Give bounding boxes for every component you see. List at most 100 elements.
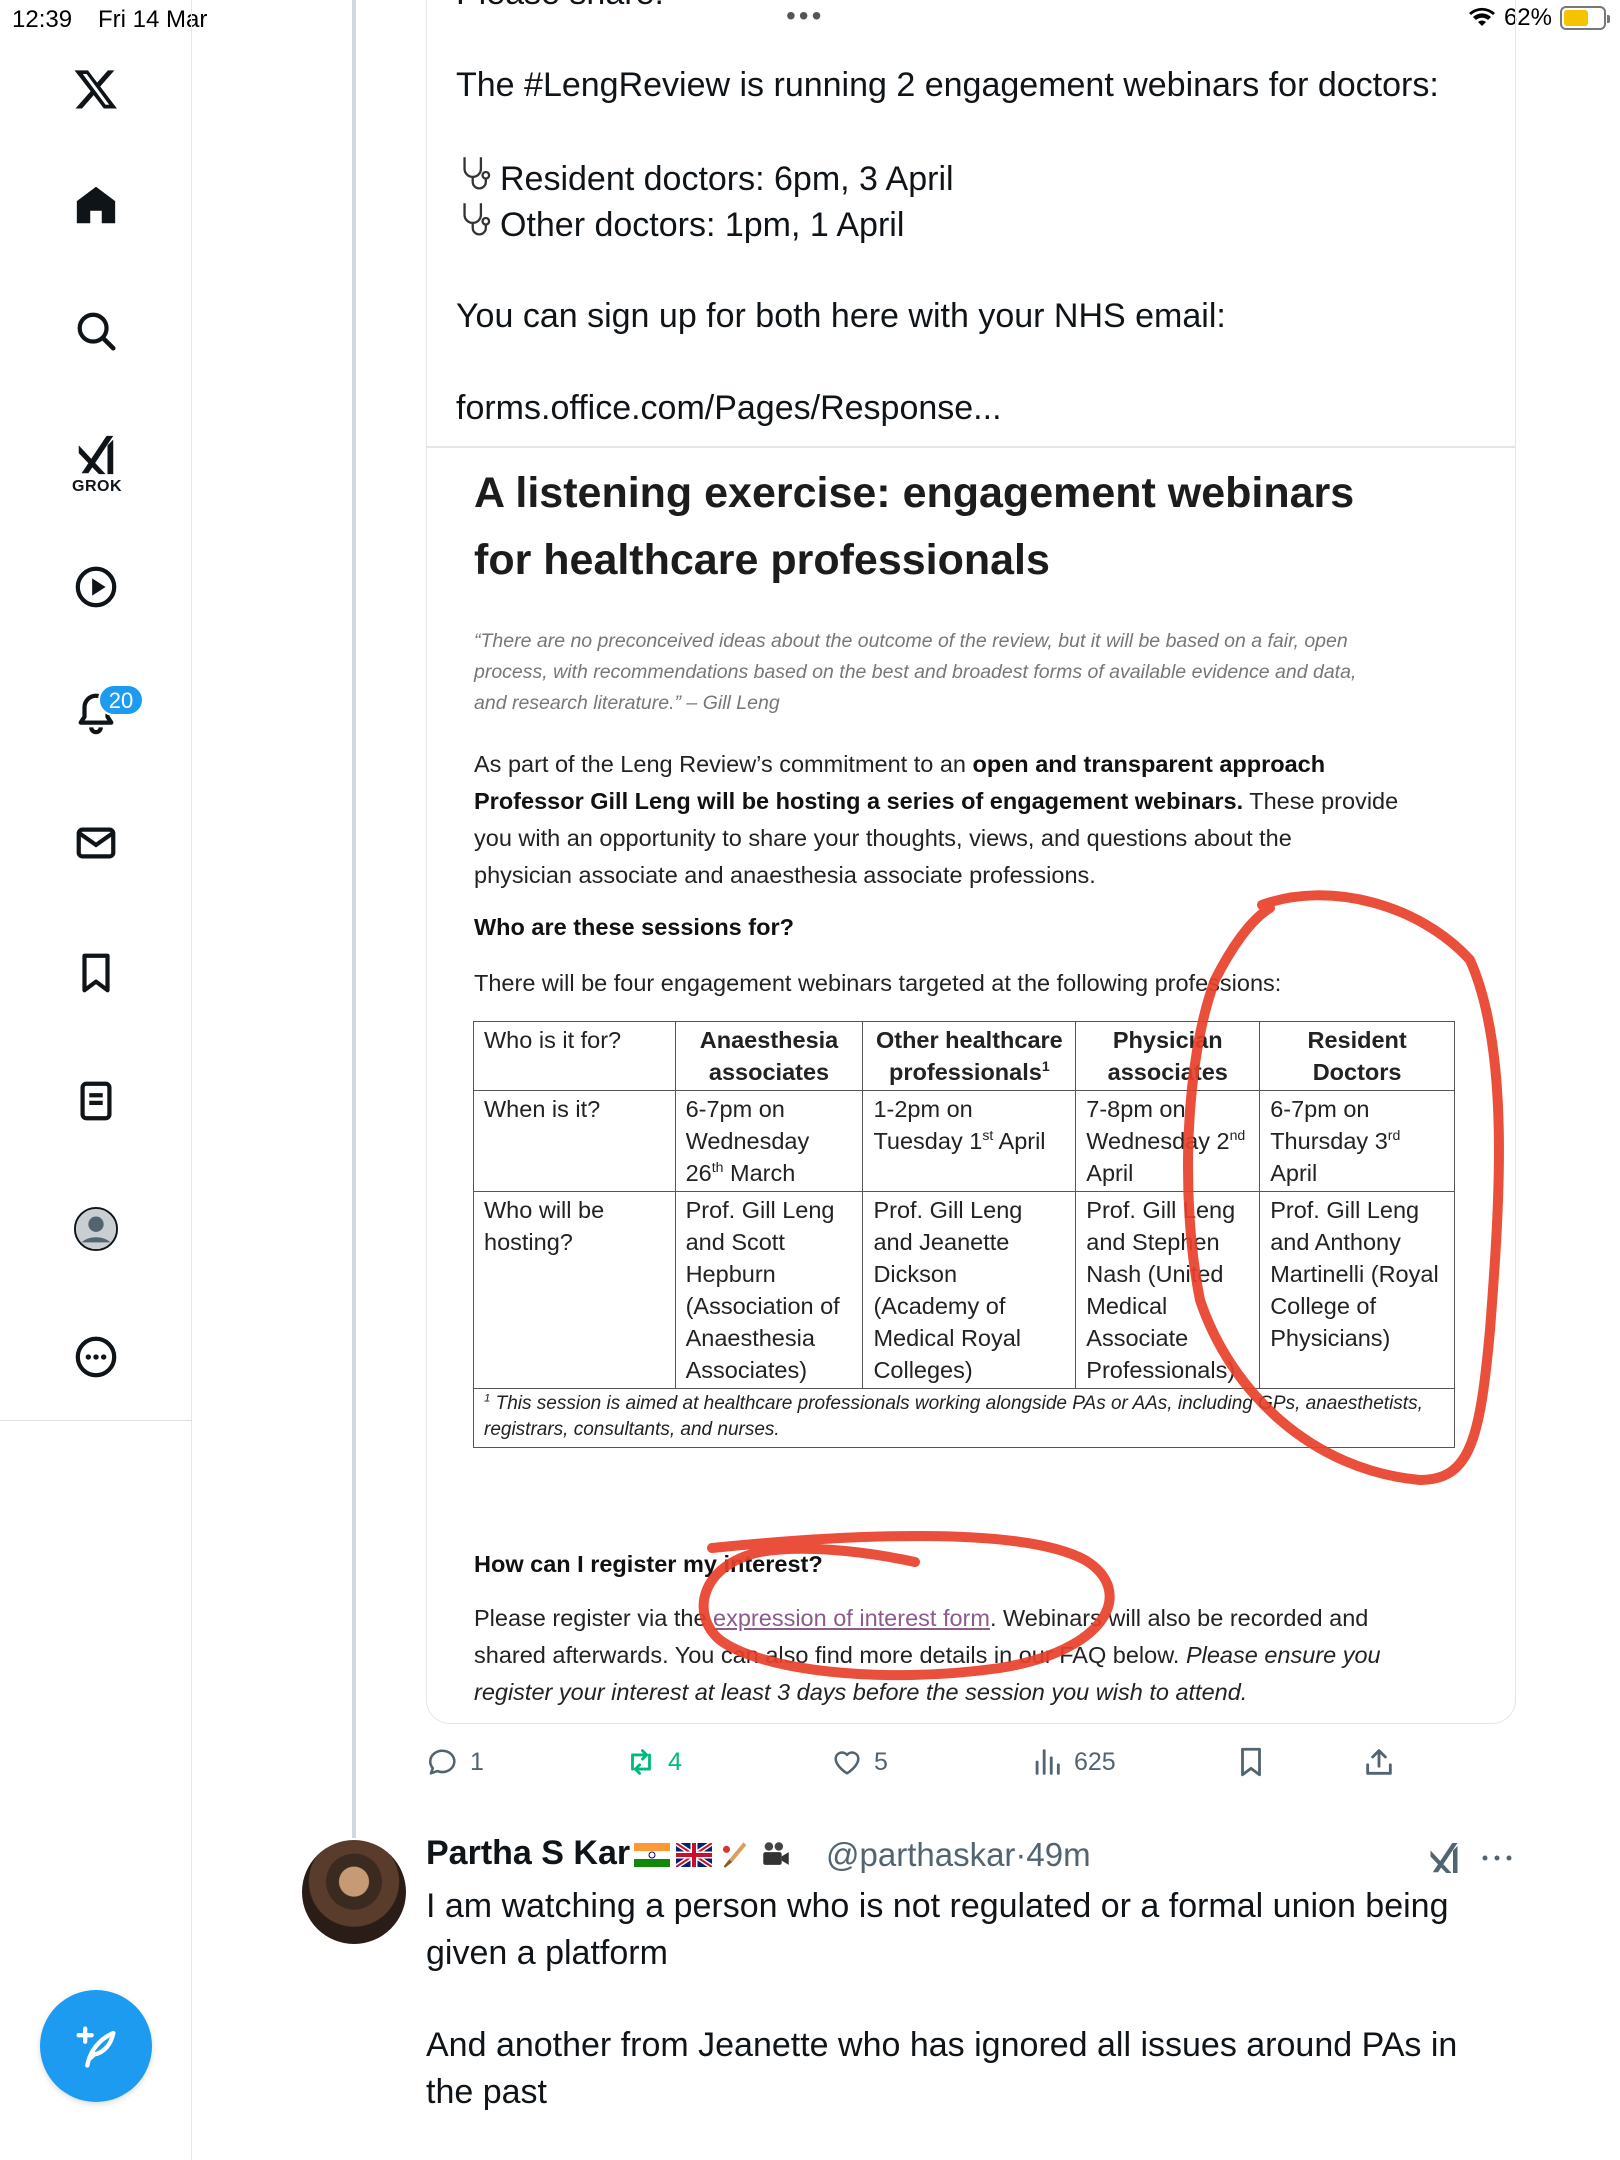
quote-line-1: “There are no preconceived ideas about t… <box>474 630 1348 652</box>
cell-text: 6-7pm on Thursday 3 <box>1270 1096 1388 1154</box>
register-text-a: Please register via the <box>474 1605 714 1631</box>
repost-button[interactable]: 4 <box>624 1742 682 1782</box>
bookmark-icon <box>1241 1747 1261 1777</box>
play-icon[interactable] <box>63 554 129 620</box>
share-button[interactable] <box>1362 1742 1396 1782</box>
compose-icon <box>76 2026 116 2068</box>
table-row: Who is it for? Anaesthesia associates Ot… <box>473 1021 1455 1091</box>
card-separator <box>427 446 1515 448</box>
table-cell: Anaesthesia associates <box>674 1021 864 1091</box>
reply-text-line-2: given a platform <box>426 1934 668 1972</box>
doc-title-line-2: for healthcare professionals <box>474 536 1050 584</box>
reply-icon <box>428 1749 456 1775</box>
reply-avatar[interactable] <box>302 1840 406 1944</box>
quote-line-3: and research literature.” – Gill Leng <box>474 692 780 714</box>
ordinal-sup: th <box>711 1159 724 1176</box>
list-icon[interactable] <box>63 1068 129 1134</box>
reply-text-line-3: And another from Jeanette who has ignore… <box>426 2026 1458 2064</box>
ordinal-sup: st <box>982 1127 994 1144</box>
table-footnote-row: 1 This session is aimed at healthcare pr… <box>473 1388 1455 1448</box>
compose-button[interactable] <box>40 1990 152 2102</box>
footnote-sup: 1 <box>1041 1058 1050 1075</box>
bookmark-icon[interactable] <box>63 940 129 1006</box>
doc-quote: “There are no preconceived ideas about t… <box>474 626 1454 719</box>
more-options-icon[interactable] <box>1480 1846 1514 1870</box>
movie-camera-icon <box>763 1842 789 1865</box>
register-text-b: . Webinars will also be recorded and <box>989 1605 1369 1631</box>
row-label: Who is it for? <box>473 1021 676 1091</box>
expression-of-interest-link[interactable]: expression of interest form <box>713 1605 990 1631</box>
doc-para-professions: There will be four engagement webinars t… <box>474 970 1282 996</box>
table-cell: 6-7pm on Wednesday 26th March <box>674 1090 864 1192</box>
schedule-table: Who is it for? Anaesthesia associates Ot… <box>473 1021 1455 1448</box>
thread-line <box>352 0 356 1838</box>
intro-bold-b: Professor Gill Leng will be hosting a se… <box>474 788 1244 814</box>
row-label: Who will be hosting? <box>473 1191 676 1389</box>
cell-text: Other healthcare professionals <box>875 1027 1063 1085</box>
table-cell: Resident Doctors <box>1259 1021 1455 1091</box>
bookmark-button[interactable] <box>1234 1742 1268 1782</box>
intro-text-e: you with an opportunity to share your th… <box>474 825 1292 851</box>
ordinal-sup: nd <box>1229 1127 1246 1144</box>
reply-button[interactable]: 1 <box>426 1742 484 1782</box>
table-cell: Prof. Gill Leng and Stephen Nash (United… <box>1075 1191 1261 1389</box>
cricket-icon <box>722 1842 747 1868</box>
cell-text: April <box>1086 1160 1134 1186</box>
notifications-badge: 20 <box>98 684 144 716</box>
views-icon <box>1035 1749 1060 1775</box>
views-count: 625 <box>1074 1747 1116 1776</box>
reply-author-name[interactable]: Partha S Kar <box>426 1834 630 1873</box>
heading-who: Who are these sessions for? <box>474 914 794 940</box>
intro-text-f: physician associate and anaesthesia asso… <box>474 862 1096 888</box>
reply-time[interactable]: 49m <box>1026 1836 1090 1873</box>
repost-icon <box>631 1749 651 1775</box>
more-icon[interactable] <box>63 1324 129 1390</box>
table-row: Who will be hosting? Prof. Gill Leng and… <box>473 1191 1455 1389</box>
search-icon[interactable] <box>63 298 129 364</box>
cell-text: March <box>723 1160 796 1186</box>
ordinal-sup: rd <box>1387 1127 1401 1144</box>
name-emoji-flags <box>634 1838 794 1872</box>
doc-title-line-1: A listening exercise: engagement webinar… <box>474 469 1355 517</box>
cell-text: April <box>1270 1160 1318 1186</box>
india-flag-icon <box>634 1843 670 1867</box>
app-screen: 12:39 Fri 14 Mar ••• 62% GROK 20 The #Le… <box>0 0 1620 2160</box>
reply-text-line-4: the past <box>426 2073 547 2111</box>
doc-intro-paragraph: As part of the Leng Review’s commitment … <box>474 746 1454 894</box>
heading-register: How can I register my interest? <box>474 1551 823 1577</box>
quote-line-2: process, with recommendations based on t… <box>474 661 1357 683</box>
register-text-e: register your interest at least 3 days b… <box>474 1679 1248 1705</box>
table-cell: Prof. Gill Leng and Scott Hepburn (Assoc… <box>674 1191 864 1389</box>
x-logo-icon[interactable] <box>63 56 129 122</box>
sidebar-nav: GROK 20 <box>0 0 192 2160</box>
share-icon <box>1366 1749 1392 1775</box>
grok-label: GROK <box>72 478 122 495</box>
sidebar-divider <box>0 1420 192 1421</box>
reply-text-line-1: I am watching a person who is not regula… <box>426 1887 1449 1925</box>
avatar-icon[interactable] <box>63 1196 129 1262</box>
table-row: When is it? 6-7pm on Wednesday 26th Marc… <box>473 1090 1455 1192</box>
table-cell: 1-2pm on Tuesday 1st April <box>862 1090 1077 1192</box>
doc-register-paragraph: Please register via the expression of in… <box>474 1600 1454 1711</box>
mail-icon[interactable] <box>63 810 129 876</box>
intro-bold-a: open and transparent approach <box>972 751 1326 777</box>
cell-text: 7-8pm on Wednesday 2 <box>1086 1096 1230 1154</box>
like-button[interactable]: 5 <box>830 1742 888 1782</box>
doc-title: A listening exercise: engagement webinar… <box>474 460 1454 594</box>
table-cell: 6-7pm on Thursday 3rd April <box>1259 1090 1455 1192</box>
table-cell: Other healthcare professionals1 <box>862 1021 1077 1091</box>
grok-icon[interactable] <box>1426 1840 1462 1876</box>
cell-text: 1-2pm on Tuesday 1 <box>873 1096 983 1154</box>
register-text-c: shared afterwards. You can also find mor… <box>474 1642 1186 1668</box>
home-icon[interactable] <box>63 172 129 238</box>
register-text-d: Please ensure you <box>1185 1642 1381 1668</box>
reply-meta: @parthaskar·49m <box>826 1836 1091 1874</box>
repost-count: 4 <box>668 1747 682 1776</box>
reply-handle[interactable]: @parthaskar <box>826 1836 1015 1873</box>
meta-separator: · <box>1015 1836 1027 1873</box>
table-cell: Prof. Gill Leng and Anthony Martinelli (… <box>1259 1191 1455 1389</box>
intro-text-d: These provide <box>1243 788 1399 814</box>
views-button[interactable]: 625 <box>1030 1742 1116 1782</box>
cell-text: April <box>993 1128 1046 1154</box>
footnote-text: This session is aimed at healthcare prof… <box>484 1393 1423 1440</box>
